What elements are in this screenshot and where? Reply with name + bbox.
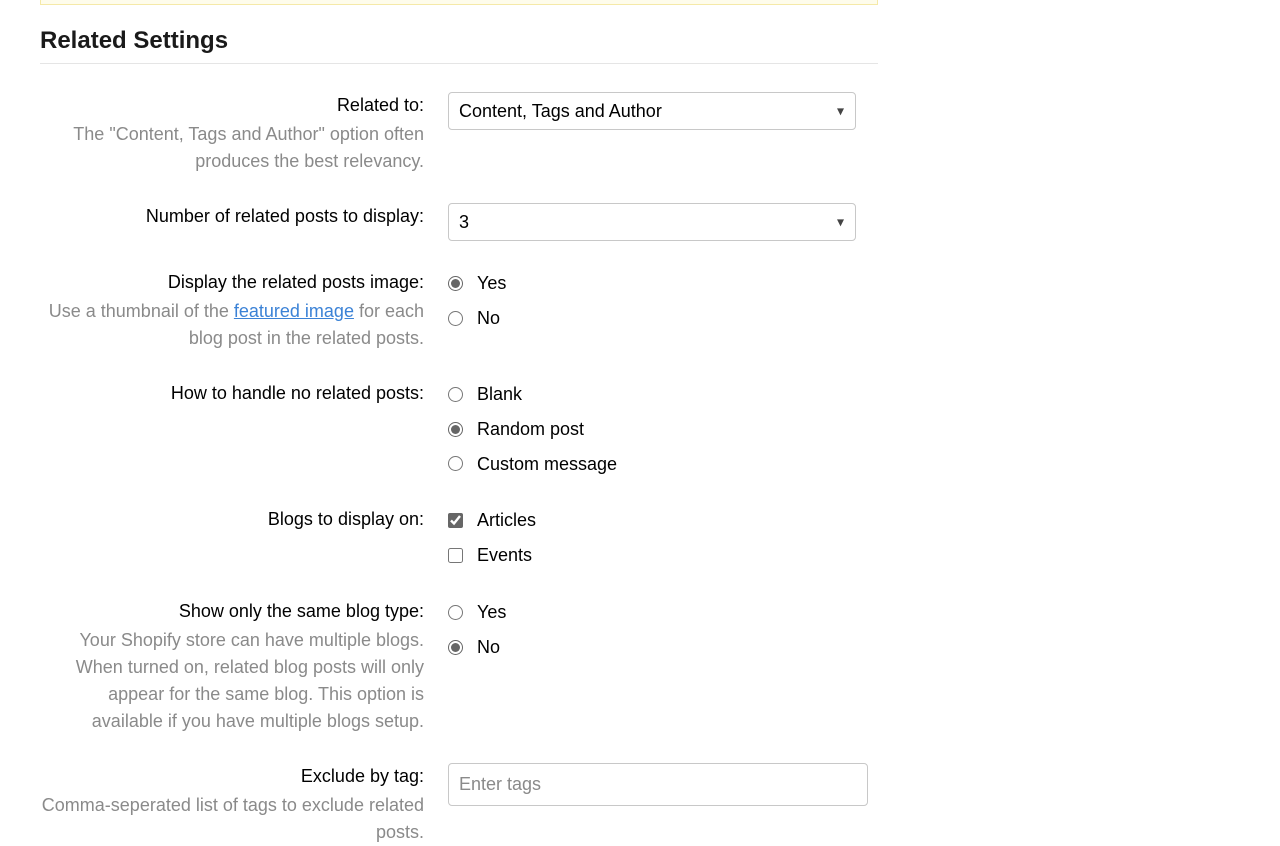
same-blog-hint: Your Shopify store can have multiple blo… (40, 627, 424, 735)
blogs-display-articles[interactable]: Articles (448, 506, 878, 535)
display-image-no[interactable]: No (448, 304, 878, 333)
field-blogs-display: Blogs to display on: Articles Events (40, 502, 878, 570)
radio-input[interactable] (448, 605, 463, 620)
radio-label: Blank (477, 380, 522, 409)
display-image-label: Display the related posts image: (40, 269, 424, 296)
checkbox-input[interactable] (448, 513, 463, 528)
radio-input[interactable] (448, 456, 463, 471)
related-to-select-wrap[interactable]: Content, Tags and Author (448, 92, 856, 130)
num-posts-select-wrap[interactable]: 3 (448, 203, 856, 241)
related-to-hint: The "Content, Tags and Author" option of… (40, 121, 424, 175)
radio-input[interactable] (448, 422, 463, 437)
display-image-hint: Use a thumbnail of the featured image fo… (40, 298, 424, 352)
field-no-related: How to handle no related posts: Blank Ra… (40, 376, 878, 478)
hint-text-pre: Use a thumbnail of the (49, 301, 234, 321)
same-blog-label: Show only the same blog type: (40, 598, 424, 625)
label-col: Number of related posts to display: (40, 199, 448, 230)
radio-label: Custom message (477, 450, 617, 479)
radio-input[interactable] (448, 640, 463, 655)
field-num-posts: Number of related posts to display: 3 (40, 199, 878, 241)
display-image-yes[interactable]: Yes (448, 269, 878, 298)
no-related-custom[interactable]: Custom message (448, 450, 878, 479)
same-blog-yes[interactable]: Yes (448, 598, 878, 627)
no-related-blank[interactable]: Blank (448, 380, 878, 409)
label-col: Related to: The "Content, Tags and Autho… (40, 88, 448, 175)
field-exclude-tag: Exclude by tag: Comma-seperated list of … (40, 759, 878, 846)
label-col: Show only the same blog type: Your Shopi… (40, 594, 448, 735)
radio-label: No (477, 304, 500, 333)
notice-banner-edge (40, 0, 878, 5)
related-to-label: Related to: (40, 92, 424, 119)
related-to-select[interactable]: Content, Tags and Author (448, 92, 856, 130)
label-col: Blogs to display on: (40, 502, 448, 533)
no-related-label: How to handle no related posts: (40, 380, 424, 407)
num-posts-label: Number of related posts to display: (40, 203, 424, 230)
radio-label: Yes (477, 598, 506, 627)
radio-label: No (477, 633, 500, 662)
exclude-tag-label: Exclude by tag: (40, 763, 424, 790)
section-title: Related Settings (40, 27, 878, 64)
radio-input[interactable] (448, 276, 463, 291)
blogs-display-events[interactable]: Events (448, 541, 878, 570)
checkbox-input[interactable] (448, 548, 463, 563)
radio-label: Yes (477, 269, 506, 298)
radio-input[interactable] (448, 387, 463, 402)
label-col: How to handle no related posts: (40, 376, 448, 407)
no-related-random[interactable]: Random post (448, 415, 878, 444)
exclude-tag-hint: Comma-seperated list of tags to exclude … (40, 792, 424, 846)
label-col: Display the related posts image: Use a t… (40, 265, 448, 352)
label-col: Exclude by tag: Comma-seperated list of … (40, 759, 448, 846)
field-related-to: Related to: The "Content, Tags and Autho… (40, 88, 878, 175)
num-posts-select[interactable]: 3 (448, 203, 856, 241)
radio-input[interactable] (448, 311, 463, 326)
blogs-display-label: Blogs to display on: (40, 506, 424, 533)
checkbox-label: Events (477, 541, 532, 570)
field-display-image: Display the related posts image: Use a t… (40, 265, 878, 352)
checkbox-label: Articles (477, 506, 536, 535)
exclude-tag-input[interactable] (448, 763, 868, 806)
field-same-blog: Show only the same blog type: Your Shopi… (40, 594, 878, 735)
radio-label: Random post (477, 415, 584, 444)
same-blog-no[interactable]: No (448, 633, 878, 662)
featured-image-link[interactable]: featured image (234, 301, 354, 321)
